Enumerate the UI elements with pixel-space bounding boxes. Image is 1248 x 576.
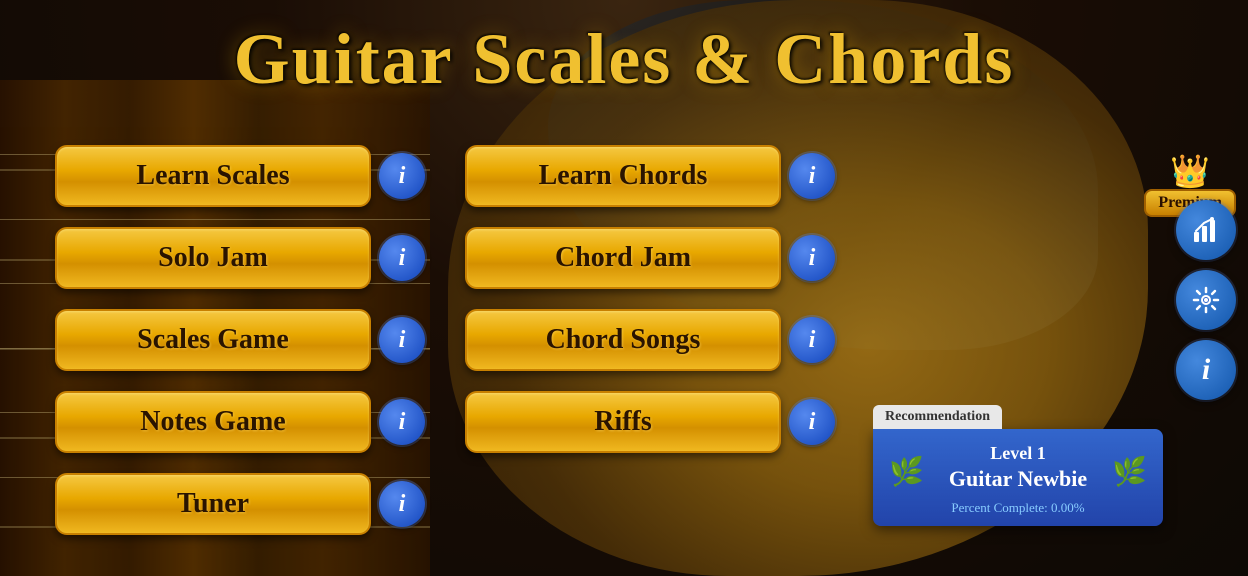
tuner-btn[interactable]: Tuner i [55, 468, 425, 540]
learn-scales-label[interactable]: Learn Scales [55, 145, 371, 207]
gear-icon [1190, 284, 1222, 316]
chord-jam-info-btn[interactable]: i [789, 235, 835, 281]
rec-percent-label: Percent Complete: [951, 500, 1047, 515]
scales-game-label[interactable]: Scales Game [55, 309, 371, 371]
learn-chords-label[interactable]: Learn Chords [465, 145, 781, 207]
chord-songs-btn[interactable]: Chord Songs i [465, 304, 835, 376]
rec-badges-row: 🌿 Level 1 Guitar Newbie 🌿 [889, 443, 1147, 500]
recommendation-card: Recommendation 🌿 Level 1 Guitar Newbie 🌿… [873, 405, 1163, 526]
solo-jam-label[interactable]: Solo Jam [55, 227, 371, 289]
learn-chords-info-btn[interactable]: i [789, 153, 835, 199]
learn-scales-btn[interactable]: Learn Scales i [55, 140, 425, 212]
empty-cell [465, 468, 835, 540]
notes-game-btn[interactable]: Notes Game i [55, 386, 425, 458]
rec-title: Guitar Newbie [949, 466, 1087, 492]
rec-level: Level 1 [949, 443, 1087, 464]
tuner-label[interactable]: Tuner [55, 473, 371, 535]
scales-game-info-btn[interactable]: i [379, 317, 425, 363]
app-title: Guitar Scales & Chords [0, 18, 1248, 101]
settings-button[interactable] [1176, 270, 1236, 330]
chord-songs-label[interactable]: Chord Songs [465, 309, 781, 371]
scales-game-btn[interactable]: Scales Game i [55, 304, 425, 376]
chord-jam-label[interactable]: Chord Jam [465, 227, 781, 289]
chart-icon [1190, 214, 1222, 246]
rec-text: Level 1 Guitar Newbie [949, 443, 1087, 500]
riffs-btn[interactable]: Riffs i [465, 386, 835, 458]
chord-jam-btn[interactable]: Chord Jam i [465, 222, 835, 294]
rec-percent: Percent Complete: 0.00% [889, 500, 1147, 516]
notes-game-label[interactable]: Notes Game [55, 391, 371, 453]
chord-songs-info-btn[interactable]: i [789, 317, 835, 363]
tuner-info-btn[interactable]: i [379, 481, 425, 527]
learn-chords-btn[interactable]: Learn Chords i [465, 140, 835, 212]
rec-percent-value: 0.00% [1051, 500, 1085, 515]
stats-button[interactable] [1176, 200, 1236, 260]
riffs-info-btn[interactable]: i [789, 399, 835, 445]
recommendation-label: Recommendation [873, 405, 1002, 429]
riffs-label[interactable]: Riffs [465, 391, 781, 453]
laurel-right-icon: 🌿 [1112, 455, 1147, 489]
info-side-icon: i [1202, 353, 1210, 387]
crown-icon: 👑 [1170, 155, 1210, 187]
laurel-left-icon: 🌿 [889, 455, 924, 489]
solo-jam-info-btn[interactable]: i [379, 235, 425, 281]
info-side-button[interactable]: i [1176, 340, 1236, 400]
notes-game-info-btn[interactable]: i [379, 399, 425, 445]
learn-scales-info-btn[interactable]: i [379, 153, 425, 199]
main-menu: Learn Scales i Learn Chords i Solo Jam i… [55, 140, 835, 540]
recommendation-body: 🌿 Level 1 Guitar Newbie 🌿 Percent Comple… [873, 429, 1163, 526]
right-panel: i [1176, 200, 1236, 400]
solo-jam-btn[interactable]: Solo Jam i [55, 222, 425, 294]
